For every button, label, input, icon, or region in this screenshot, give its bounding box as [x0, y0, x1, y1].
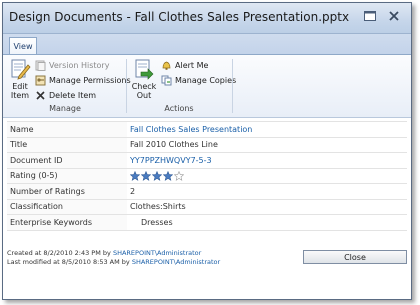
property-label: Rating (0-5) [7, 167, 127, 184]
property-label: Classification [7, 198, 127, 215]
version-history-icon [35, 60, 46, 71]
delete-icon [35, 90, 46, 101]
version-history-label: Version History [49, 61, 110, 70]
dialog-title: Design Documents - Fall Clothes Sales Pr… [9, 10, 350, 24]
manage-permissions-label: Manage Permissions [49, 76, 131, 85]
alert-bell-icon [161, 60, 172, 71]
modified-text: Last modified at 8/5/2010 8:53 AM by [7, 258, 132, 266]
close-icon[interactable] [387, 9, 401, 23]
tab-view[interactable]: View [9, 37, 37, 55]
ribbon: Edit Item Version History Manage Permiss… [3, 54, 411, 118]
property-label: Number of Ratings [7, 183, 127, 199]
ribbon-tab-bar: View [3, 34, 411, 55]
properties-table: Name Fall Clothes Sales Presentation Title… [7, 121, 407, 231]
edit-item-icon [9, 58, 31, 80]
ribbon-group-divider [126, 59, 127, 113]
item-properties-dialog: Design Documents - Fall Clothes Sales Pr… [2, 2, 412, 300]
star-filled-icon[interactable] [152, 170, 162, 181]
property-row: Title Fall 2010 Clothes Line [7, 136, 407, 153]
modified-user-link[interactable]: SHAREPOINT\Administrator [132, 258, 220, 266]
star-filled-icon[interactable] [130, 170, 140, 181]
manage-permissions-icon [35, 75, 46, 86]
property-label: Enterprise Keywords [7, 214, 127, 231]
property-label: Name [7, 121, 127, 137]
dialog-title-bar: Design Documents - Fall Clothes Sales Pr… [3, 3, 411, 34]
check-out-label: Check Out [131, 82, 157, 100]
rating-stars[interactable] [130, 170, 184, 181]
property-row: Number of Ratings 2 [7, 183, 407, 199]
star-empty-icon[interactable] [174, 170, 184, 181]
property-row: Document ID YY7PPZHWQVY7-5-3 [7, 152, 407, 168]
delete-item-button[interactable]: Delete Item [35, 90, 96, 101]
check-out-button[interactable]: Check Out [130, 58, 158, 100]
close-button[interactable]: Close [303, 250, 407, 264]
property-row: Rating (0-5) [7, 167, 407, 184]
check-out-icon [133, 58, 155, 80]
star-filled-icon[interactable] [141, 170, 151, 181]
property-label: Document ID [7, 152, 127, 168]
property-row: Enterprise Keywords Dresses [7, 214, 407, 231]
property-value: Fall 2010 Clothes Line [127, 136, 407, 153]
star-filled-icon[interactable] [163, 170, 173, 181]
alert-me-label: Alert Me [175, 61, 209, 70]
edit-item-label: Edit Item [10, 82, 30, 100]
manage-group-label: Manage [49, 104, 81, 113]
actions-group-label: Actions [164, 104, 194, 113]
version-history-button[interactable]: Version History [35, 60, 109, 71]
ribbon-group-divider [232, 59, 233, 113]
property-value[interactable]: YY7PPZHWQVY7-5-3 [127, 152, 407, 168]
manage-copies-icon [161, 75, 172, 86]
maximize-icon[interactable] [363, 9, 377, 23]
manage-permissions-button[interactable]: Manage Permissions [35, 75, 131, 86]
property-value[interactable]: Fall Clothes Sales Presentation [127, 121, 407, 137]
delete-item-label: Delete Item [49, 91, 97, 100]
property-value: 2 [127, 183, 407, 199]
edit-item-button[interactable]: Edit Item [7, 58, 33, 100]
property-row: Classification Clothes:Shirts [7, 198, 407, 215]
created-text: Created at 8/2/2010 2:43 PM by [7, 249, 113, 257]
property-value [127, 167, 407, 184]
property-label: Title [7, 136, 127, 153]
property-value: Dresses [127, 214, 407, 231]
modified-info: Last modified at 8/5/2010 8:53 AM by SHA… [7, 258, 220, 266]
manage-copies-button[interactable]: Manage Copies [161, 75, 236, 86]
property-value: Clothes:Shirts [127, 198, 407, 215]
created-user-link[interactable]: SHAREPOINT\Administrator [113, 249, 201, 257]
alert-me-button[interactable]: Alert Me [161, 60, 208, 71]
created-info: Created at 8/2/2010 2:43 PM by SHAREPOIN… [7, 249, 201, 257]
property-row: Name Fall Clothes Sales Presentation [7, 121, 407, 137]
manage-copies-label: Manage Copies [175, 76, 237, 85]
